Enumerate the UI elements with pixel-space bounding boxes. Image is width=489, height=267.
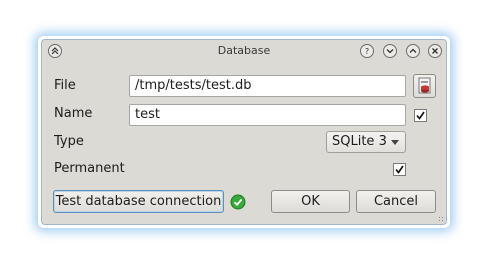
file-label: File — [54, 78, 76, 93]
cancel-button[interactable]: Cancel — [356, 190, 436, 213]
permanent-label: Permanent — [54, 161, 125, 176]
test-connection-button[interactable]: Test database connection — [53, 190, 224, 213]
type-label: Type — [54, 134, 84, 149]
help-icon[interactable]: ? — [360, 44, 374, 58]
type-select[interactable]: SQLite 3 — [326, 131, 406, 153]
ok-button[interactable]: OK — [271, 190, 350, 213]
permanent-checkbox[interactable] — [393, 163, 406, 176]
database-file-icon — [418, 77, 430, 94]
svg-text:?: ? — [365, 47, 369, 55]
checkmark-icon — [395, 165, 404, 174]
check-circle-icon — [230, 194, 246, 210]
name-checkbox[interactable] — [414, 109, 427, 122]
browse-file-button[interactable] — [413, 74, 436, 98]
chevron-down-icon — [391, 140, 399, 145]
close-icon[interactable] — [428, 44, 442, 58]
name-input[interactable]: test — [129, 104, 406, 126]
maximize-icon[interactable] — [406, 44, 420, 58]
file-path-input[interactable]: /tmp/tests/test.db — [129, 75, 406, 97]
name-label: Name — [54, 106, 93, 121]
titlebar[interactable]: Database ? — [42, 40, 446, 62]
database-dialog: Database ? File /tmp/tests/test.db Name … — [41, 39, 447, 225]
resize-grip[interactable] — [438, 216, 444, 222]
checkmark-icon — [416, 111, 425, 120]
type-selected-value: SQLite 3 — [332, 134, 387, 149]
minimize-icon[interactable] — [383, 44, 397, 58]
